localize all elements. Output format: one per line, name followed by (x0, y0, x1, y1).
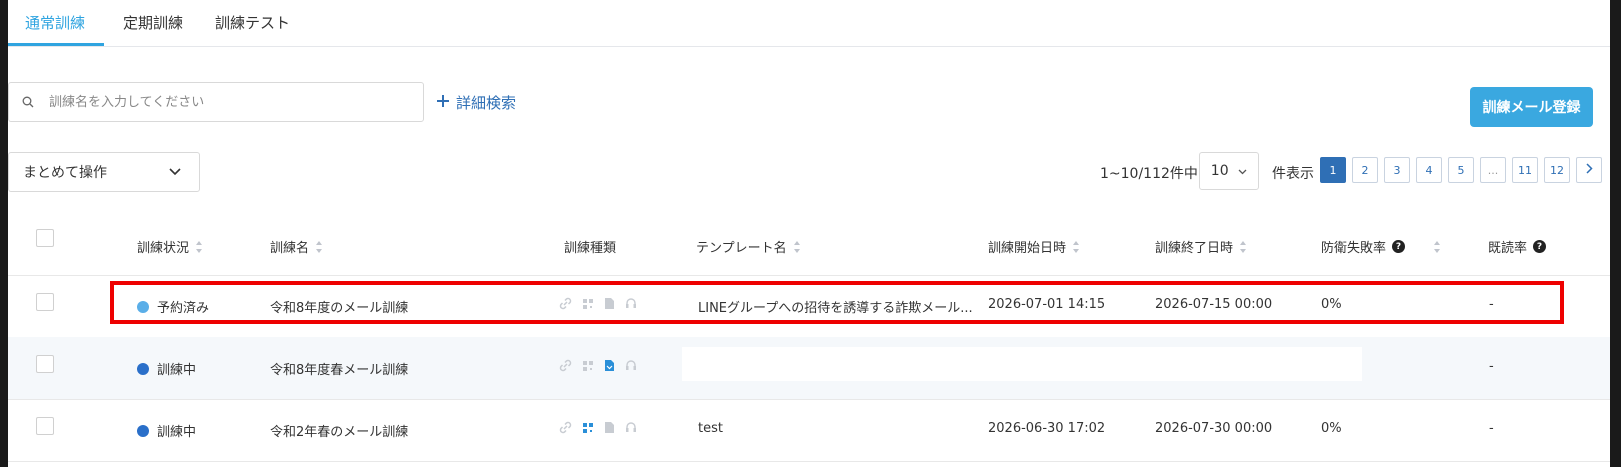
per-page-select[interactable]: 10 (1199, 152, 1259, 190)
register-training-mail-button[interactable]: 訓練メール登録 (1470, 87, 1593, 127)
search-icon (9, 96, 47, 108)
read-rate: - (1489, 297, 1494, 312)
advanced-search-link[interactable]: 詳細検索 (436, 92, 516, 113)
sort-icon (1433, 240, 1441, 253)
sort-icon (195, 240, 203, 253)
status-label: 訓練中 (157, 363, 197, 378)
col-type: 訓練種類 (564, 241, 617, 256)
training-type-icons (559, 297, 637, 310)
sort-icon (315, 240, 323, 253)
link-icon (559, 421, 572, 434)
file-icon (604, 297, 615, 310)
row-checkbox[interactable] (36, 417, 54, 435)
plus-icon (436, 94, 450, 112)
template-name: test (698, 421, 723, 436)
tab-training-test[interactable]: 訓練テスト (215, 12, 290, 33)
col-name[interactable]: 訓練名 (270, 237, 323, 256)
training-name[interactable]: 令和2年春のメール訓練 (270, 421, 408, 440)
page-button-5[interactable]: 5 (1448, 157, 1474, 183)
help-icon[interactable]: ? (1392, 240, 1406, 253)
link-icon (559, 297, 572, 310)
headset-icon (625, 297, 637, 310)
tab-bar: 通常訓練 定期訓練 訓練テスト (8, 0, 1610, 47)
col-end[interactable]: 訓練終了日時 (1155, 237, 1247, 256)
qr-icon (582, 422, 594, 434)
status-dot (137, 300, 149, 313)
fail-rate: 0% (1321, 297, 1342, 312)
chevron-down-icon (169, 164, 181, 180)
page-ellipsis: ... (1480, 157, 1506, 183)
sort-icon (1239, 240, 1247, 253)
tab-normal-training[interactable]: 通常訓練 (25, 12, 85, 33)
table-row[interactable]: 訓練中 令和2年春のメール訓練 test 2026-06-30 17:02 20… (8, 399, 1610, 462)
link-icon (559, 359, 572, 372)
training-type-icons (559, 421, 637, 434)
redacted-area (682, 347, 1362, 381)
start-datetime: 2026-07-01 14:15 (988, 297, 1106, 312)
status-label: 訓練中 (157, 425, 197, 440)
active-tab-indicator (8, 43, 104, 46)
sort-icon (1072, 240, 1080, 253)
read-rate: - (1489, 359, 1494, 374)
qr-icon (582, 360, 594, 372)
page-range-text: 1~10/112件中 (1100, 166, 1198, 182)
pagination: 1 2 3 4 5 ... 11 12 (1320, 157, 1602, 183)
bulk-action-label: まとめて操作 (23, 165, 107, 181)
per-page-suffix: 件表示 (1272, 166, 1314, 182)
col-fail-rate[interactable]: 防衛失敗率? (1321, 237, 1441, 256)
table-row[interactable]: 訓練中 令和8年度春メール訓練 - (8, 337, 1610, 400)
page-button-4[interactable]: 4 (1416, 157, 1442, 183)
sort-icon (793, 240, 801, 253)
end-datetime: 2026-07-30 00:00 (1155, 421, 1273, 436)
qr-icon (582, 298, 594, 310)
headset-icon (625, 359, 637, 372)
headset-icon (625, 421, 637, 434)
row-checkbox[interactable] (36, 355, 54, 373)
search-field[interactable] (8, 82, 424, 122)
page-button-2[interactable]: 2 (1352, 157, 1378, 183)
advanced-search-label: 詳細検索 (456, 94, 517, 112)
next-page-button[interactable] (1576, 157, 1602, 183)
status-dot (137, 424, 149, 437)
fail-rate: 0% (1321, 421, 1342, 436)
select-all-checkbox[interactable] (36, 229, 54, 247)
page-button-3[interactable]: 3 (1384, 157, 1410, 183)
app-frame: 通常訓練 定期訓練 訓練テスト 詳細検索 訓練メール登録 まとめて操作 1~10… (8, 0, 1610, 467)
page-button-1[interactable]: 1 (1320, 157, 1346, 183)
page-button-12[interactable]: 12 (1544, 157, 1570, 183)
start-datetime: 2026-06-30 17:02 (988, 421, 1106, 436)
col-status[interactable]: 訓練状況 (137, 237, 203, 256)
training-type-icons (559, 359, 637, 372)
per-page-value: 10 (1210, 163, 1229, 179)
page-button-11[interactable]: 11 (1512, 157, 1538, 183)
status-cell: 予約済み (137, 297, 209, 316)
table-header: 訓練状況 訓練名 訓練種類 テンプレート名 訓練開始日時 訓練終了日時 防衛失敗… (8, 215, 1610, 276)
file-icon (604, 421, 615, 434)
end-datetime: 2026-07-15 00:00 (1155, 297, 1273, 312)
chevron-right-icon (1585, 163, 1593, 177)
col-start[interactable]: 訓練開始日時 (988, 237, 1080, 256)
read-rate: - (1489, 421, 1494, 436)
bulk-action-select[interactable]: まとめて操作 (8, 152, 200, 192)
training-name[interactable]: 令和8年度春メール訓練 (270, 359, 408, 378)
training-name[interactable]: 令和8年度のメール訓練 (270, 297, 408, 316)
status-label: 予約済み (157, 301, 210, 316)
chevron-down-icon (1238, 163, 1247, 179)
help-icon[interactable]: ? (1533, 240, 1547, 253)
col-read-rate: 既読率? (1488, 237, 1547, 256)
row-checkbox[interactable] (36, 293, 54, 311)
col-template[interactable]: テンプレート名 (696, 237, 801, 256)
status-dot (137, 362, 149, 375)
status-cell: 訓練中 (137, 359, 196, 378)
status-cell: 訓練中 (137, 421, 196, 440)
file-icon (604, 359, 615, 372)
search-input[interactable] (47, 93, 423, 111)
tab-periodic-training[interactable]: 定期訓練 (123, 12, 183, 33)
table-row[interactable]: 予約済み 令和8年度のメール訓練 LINEグループへの招待を誘導する詐欺メール.… (8, 275, 1610, 338)
template-name: LINEグループへの招待を誘導する詐欺メール... (698, 301, 973, 316)
